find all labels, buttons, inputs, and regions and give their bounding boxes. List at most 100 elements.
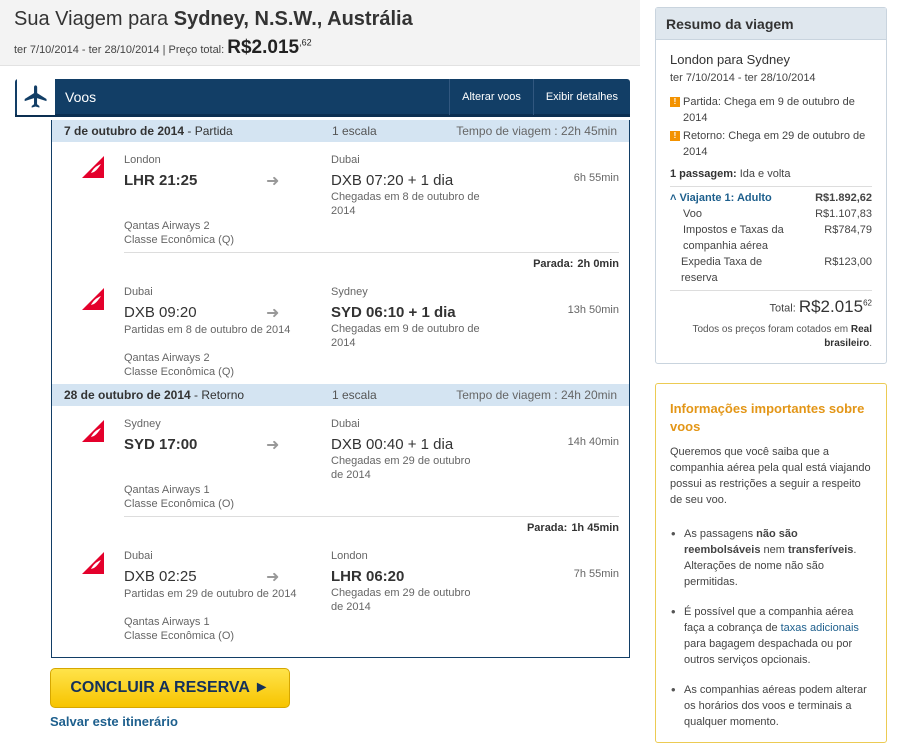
destination-city: Dubai [331, 418, 360, 430]
airline-info: Qantas Airways 2 Classe Econômica (Q) [124, 351, 234, 379]
leg-stops: 1 escala [332, 124, 377, 138]
leg-date: 7 de outubro de 2014 - Partida [64, 124, 332, 138]
airline-name: Qantas Airways 2 [124, 352, 210, 364]
origin-time: DXB 09:20 [124, 304, 197, 321]
airline-name: Qantas Airways 1 [124, 616, 210, 628]
change-flights-link[interactable]: Alterar voos [449, 78, 533, 115]
segment-duration: 6h 55min [573, 172, 619, 184]
summary-total: Total: R$2.01562 [670, 290, 872, 317]
leg-stops: 1 escala [332, 388, 377, 402]
leg-date-value: 7 de outubro de 2014 [64, 124, 185, 138]
show-details-link[interactable]: Exibir detalhes [532, 78, 630, 115]
segment-duration: 7h 55min [573, 568, 619, 580]
info-text: para bagagem despachada ou por outros se… [684, 638, 853, 666]
flights-bar: Voos Alterar voos Exibir detalhes [15, 78, 630, 117]
leg-header-departure: 7 de outubro de 2014 - Partida 1 escala … [52, 120, 629, 142]
complete-booking-button[interactable]: CONCLUIR A RESERVA ► [50, 668, 290, 708]
info-bold: transferíveis [787, 544, 854, 556]
destination-time: LHR 06:20 [331, 568, 405, 585]
return-warning: ! Retorno: Chega em 29 de outubro de 2014 [670, 128, 872, 160]
price-main: R$2.015 [227, 37, 300, 58]
summary-route: London para Sydney [670, 52, 790, 67]
cabin-class: Classe Econômica (Q) [124, 234, 235, 246]
leg-travel-time: Tempo de viagem : 24h 20min [456, 388, 617, 402]
airline-info: Qantas Airways 1 Classe Econômica (O) [124, 483, 234, 511]
airline-info: Qantas Airways 1 Classe Econômica (O) [124, 615, 234, 643]
summary-body: London para Sydney ter 7/10/2014 - ter 2… [656, 40, 886, 351]
origin-city: London [124, 154, 161, 166]
info-item: As passagens não são reembolsáveis nem t… [670, 526, 872, 590]
total-amount: R$2.01562 [799, 297, 872, 316]
layover-duration: 1h 45min [571, 521, 619, 534]
origin-city: Sydney [124, 418, 161, 430]
passenger-count-bold: 1 passagem: [670, 168, 737, 180]
destination-city: Sydney [331, 286, 368, 298]
arrival-note: Chegadas em 9 de outubro de 2014 [331, 323, 480, 349]
leg-header-return: 28 de outubro de 2014 - Retorno 1 escala… [52, 384, 629, 406]
title-prefix: Sua Viagem para [14, 8, 174, 30]
trip-header: Sua Viagem para Sydney, N.S.W., Austráli… [0, 0, 640, 66]
line-item-label: Expedia Taxa de reserva [681, 256, 763, 284]
additional-fees-link[interactable]: taxas adicionais [781, 622, 859, 634]
total-cents: 62 [863, 298, 872, 307]
trip-dates-price: ter 7/10/2014 - ter 28/10/2014 | Preço t… [14, 37, 312, 58]
info-title: Informações importantes sobre voos [670, 401, 865, 434]
traveler-row[interactable]: ˄ Viajante 1: Adulto R$1.892,62 [670, 186, 872, 206]
line-item-amount: R$123,00 [824, 256, 872, 268]
info-item: É possível que a companhia aérea faça a … [670, 604, 872, 668]
layover-row: Parada: 1h 45min [124, 516, 619, 538]
arrow-right-icon: ➜ [266, 569, 280, 586]
segment-duration: 14h 40min [567, 436, 619, 448]
arrow-right-icon: ➜ [266, 173, 280, 190]
info-text: As passagens [684, 528, 757, 540]
warning-icon: ! [670, 97, 680, 107]
arrival-note: Chegadas em 8 de outubro de 2014 [331, 191, 480, 217]
total-main: R$2.015 [798, 296, 864, 316]
departure-note: Partidas em 29 de outubro de 2014 [124, 588, 297, 600]
line-item-amount: R$1.107,83 [815, 208, 872, 220]
departure-warning-text: Partida: Chega em 9 de outubro de 2014 [683, 96, 855, 124]
leg-date-value: 28 de outubro de 2014 [64, 388, 191, 402]
traveler-toggle[interactable]: ˄ Viajante 1: Adulto [670, 190, 772, 206]
leg-kind: - Partida [187, 124, 233, 138]
cabin-class: Classe Econômica (Q) [124, 366, 235, 378]
arrival-note: Chegadas em 29 de outubro de 2014 [331, 455, 471, 481]
layover-label: Parada: [533, 257, 574, 270]
flights-title: Voos [65, 88, 97, 105]
origin-time: LHR 21:25 [124, 172, 198, 189]
return-warning-text: Retorno: Chega em 29 de outubro de 2014 [683, 130, 866, 158]
price-label: Preço total: [168, 44, 225, 56]
flight-segment: Sydney SYD 17:00 ➜ Dubai DXB 00:40 + 1 d… [52, 406, 629, 516]
leg-travel-time: Tempo de viagem : 22h 45min [456, 124, 617, 138]
qantas-logo-icon [82, 552, 104, 574]
summary-dates: ter 7/10/2014 - ter 28/10/2014 [670, 72, 816, 84]
info-item: As companhias aéreas podem alterar os ho… [670, 682, 872, 730]
important-info-panel: Informações importantes sobre voos Quere… [655, 383, 887, 743]
destination-city: London [331, 550, 368, 562]
total-price: R$2.015,62 [227, 37, 311, 58]
currency-note: Todos os preços foram cotados em Real br… [670, 323, 872, 351]
trip-summary-panel: Resumo da viagem London para Sydney ter … [655, 7, 887, 364]
save-itinerary-link[interactable]: Salvar este itinerário [50, 714, 178, 729]
layover-row: Parada: 2h 0min [124, 252, 619, 274]
currency-note-end: . [869, 337, 872, 349]
destination-time: DXB 00:40 + 1 dia [331, 436, 454, 453]
destination-time: SYD 06:10 + 1 dia [331, 304, 456, 321]
info-text: nem [760, 544, 788, 556]
arrival-note: Chegadas em 29 de outubro de 2014 [331, 587, 471, 613]
cabin-class: Classe Econômica (O) [124, 498, 235, 510]
segment-duration: 13h 50min [567, 304, 619, 316]
trip-dates: ter 7/10/2014 - ter 28/10/2014 [14, 44, 160, 56]
itinerary-card: 7 de outubro de 2014 - Partida 1 escala … [51, 120, 630, 658]
info-list: As passagens não são reembolsáveis nem t… [670, 526, 872, 730]
flight-segment: Dubai DXB 09:20 Partidas em 8 de outubro… [52, 274, 629, 384]
origin-city: Dubai [124, 286, 153, 298]
currency-note-text: Todos os preços foram cotados em [692, 323, 851, 335]
line-item-label: Voo [683, 208, 702, 220]
price-line-item: Voo R$1.107,83 [670, 206, 872, 222]
line-item-label: Impostos e Taxas da companhia aérea [683, 224, 784, 252]
origin-city: Dubai [124, 550, 153, 562]
passenger-count: 1 passagem: Ida e volta [670, 166, 872, 182]
passenger-type: Ida e volta [736, 168, 791, 180]
total-label: Total: [769, 302, 796, 315]
